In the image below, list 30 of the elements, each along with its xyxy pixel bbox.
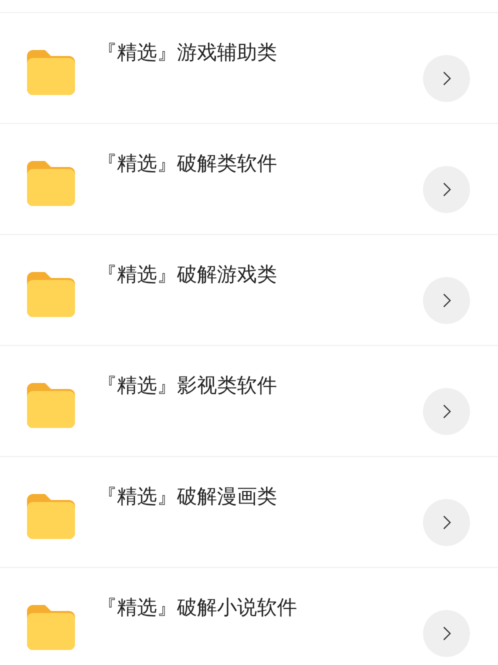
folder-name: 『精选』破解漫画类: [97, 483, 278, 510]
folder-icon: [27, 271, 75, 317]
chevron-icon: [442, 70, 451, 86]
folder-name: 『精选』破解游戏类: [97, 261, 278, 288]
chevron-icon: [442, 292, 451, 308]
open-button[interactable]: [423, 498, 470, 546]
folder-item[interactable]: 『精选』破解漫画类: [0, 457, 498, 568]
folder-name: 『精选』破解小说软件: [97, 594, 298, 621]
chevron-icon: [442, 404, 451, 418]
chevron-icon: [442, 182, 451, 196]
folder-item[interactable]: 『精选』影视类软件: [0, 346, 498, 457]
open-button[interactable]: [423, 54, 470, 102]
folder-name: 『精选』破解类软件: [97, 150, 278, 177]
folder-item[interactable]: 『精选』破解类软件: [0, 124, 498, 235]
chevron-icon: [442, 626, 451, 640]
folder-item[interactable]: 『精选』破解游戏类: [0, 235, 498, 346]
folder-icon: [27, 604, 75, 650]
folder-name: 『精选』游戏辅助类: [97, 39, 278, 66]
folder-icon: [27, 49, 75, 95]
open-button[interactable]: [423, 166, 470, 212]
open-button[interactable]: [423, 610, 470, 656]
folder-item[interactable]: 『精选』破解小说软件: [0, 568, 498, 665]
chevron-icon: [442, 514, 451, 530]
open-button[interactable]: [423, 276, 470, 324]
folder-icon: [27, 160, 75, 206]
folder-item[interactable]: 『精选』游戏辅助类: [0, 13, 498, 124]
folder-name: 『精选』影视类软件: [97, 372, 278, 399]
open-button[interactable]: [423, 388, 470, 434]
folder-icon: [27, 493, 75, 539]
folder-icon: [27, 382, 75, 428]
